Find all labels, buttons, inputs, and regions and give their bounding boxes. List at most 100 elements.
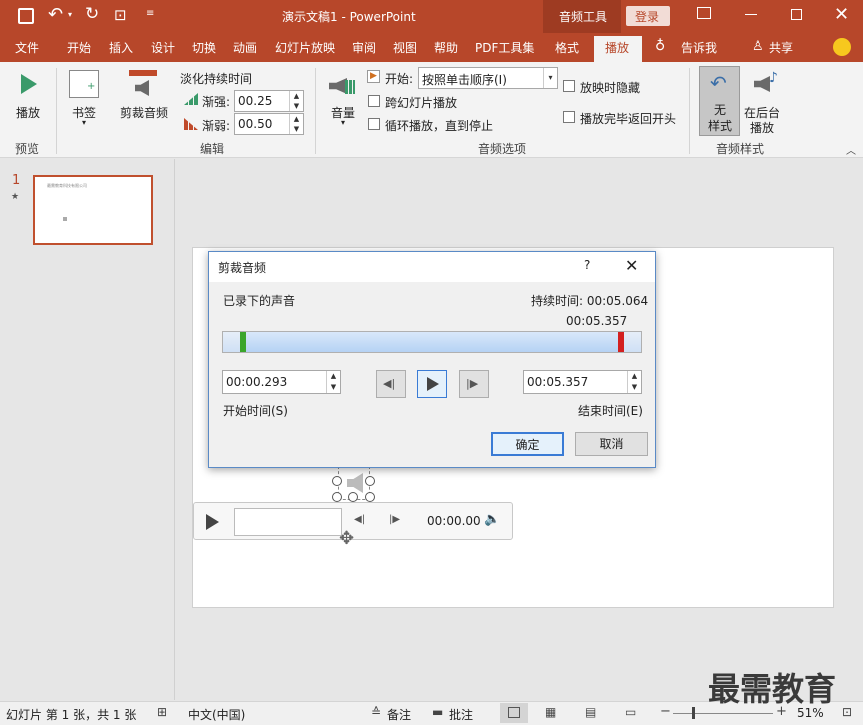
ribbon-display-icon[interactable] [697, 7, 711, 19]
next-frame-button[interactable]: |▶ [459, 370, 489, 398]
comments-icon[interactable]: ▬ [432, 705, 443, 719]
rewind-checkbox[interactable] [563, 111, 575, 123]
audio-trim-track[interactable] [222, 331, 642, 353]
zoom-slider[interactable] [673, 713, 773, 714]
maximize-icon[interactable] [791, 9, 802, 20]
fade-in-spinner-icon[interactable]: ▲ ▼ [289, 91, 303, 111]
window-title: 演示文稿1 - PowerPoint [282, 10, 416, 24]
reading-view-icon[interactable]: ▤ [585, 705, 596, 719]
background-play-label-2[interactable]: 播放 [750, 119, 774, 136]
trim-audio-button[interactable]: 剪裁音频 [120, 104, 168, 121]
play-button[interactable]: 播放 [16, 104, 40, 121]
tab-design[interactable]: 设计 [151, 39, 175, 56]
slide-thumbnail[interactable]: 最需教育科技有限公司 [33, 175, 153, 245]
notes-button[interactable]: 备注 [387, 706, 411, 723]
undo-dropdown-icon[interactable]: ▾ [68, 10, 72, 19]
resize-handle[interactable] [348, 492, 358, 502]
accessibility-icon[interactable]: ⊞ [157, 705, 167, 719]
recorded-sound-label: 已录下的声音 [223, 294, 296, 308]
notes-icon[interactable]: ≙ [371, 705, 381, 719]
dialog-play-icon [427, 377, 439, 391]
ok-button[interactable]: 确定 [491, 432, 564, 456]
tab-animations[interactable]: 动画 [233, 39, 257, 56]
start-time-spinner-icon[interactable]: ▲ ▼ [326, 371, 340, 393]
fade-in-input[interactable]: 00.25 ▲ ▼ [234, 90, 304, 112]
start-icon: ▶ [367, 70, 380, 83]
play-across-label: 跨幻灯片播放 [385, 96, 458, 110]
start-label: 开始: [385, 72, 414, 86]
no-style-button[interactable]: ↶ 无 样式 [699, 66, 740, 136]
end-marker[interactable] [618, 332, 624, 352]
player-forward-icon[interactable]: |▶ [389, 514, 400, 525]
dialog-titlebar: 剪裁音频 ? ✕ [209, 252, 655, 282]
redo-icon[interactable]: ↻ [85, 4, 99, 24]
player-play-icon[interactable] [204, 513, 220, 531]
slide-sorter-icon[interactable]: ▦ [545, 705, 556, 719]
player-time: 00:00.00 [427, 514, 481, 528]
tab-review[interactable]: 审阅 [352, 39, 376, 56]
dialog-close-icon[interactable]: ✕ [625, 256, 638, 275]
start-dropdown-icon[interactable]: ▾ [543, 68, 557, 88]
dialog-play-button[interactable] [417, 370, 447, 398]
cancel-button[interactable]: 取消 [575, 432, 648, 456]
start-time-input[interactable]: 00:00.293 ▲ ▼ [222, 370, 341, 394]
player-progress-bar[interactable] [234, 508, 342, 536]
hide-during-show-checkbox[interactable] [563, 80, 575, 92]
collapse-ribbon-icon[interactable]: ︿ [846, 142, 856, 157]
slide-number: 1 [12, 173, 21, 188]
comments-button[interactable]: 批注 [449, 706, 473, 723]
thumbnail-audio-icon [63, 217, 67, 221]
customize-toolbar-icon[interactable]: ≡ [146, 8, 154, 19]
resize-handle[interactable] [332, 476, 342, 486]
slideshow-view-icon[interactable]: ▭ [625, 705, 636, 719]
fit-slide-icon[interactable]: ⊡ [842, 705, 852, 719]
minimize-icon[interactable] [745, 14, 757, 15]
language[interactable]: 中文(中国) [188, 706, 245, 723]
volume-icon[interactable] [329, 72, 355, 98]
share-button[interactable]: 共享 [769, 39, 793, 56]
play-across-checkbox[interactable] [368, 95, 380, 107]
play-icon[interactable] [19, 72, 39, 96]
tell-me[interactable]: 告诉我 [681, 39, 717, 56]
start-select[interactable]: 按照单击顺序(I) ▾ [418, 67, 558, 89]
undo-icon[interactable]: ↶ [48, 4, 63, 25]
save-icon[interactable] [18, 8, 34, 24]
resize-handle[interactable] [365, 476, 375, 486]
presentation-icon[interactable]: ⊡ [114, 6, 127, 24]
tab-pdf[interactable]: PDF工具集 [475, 39, 534, 56]
end-time-spinner-icon[interactable]: ▲ ▼ [627, 371, 641, 393]
close-icon[interactable]: ✕ [834, 4, 849, 25]
edit-group-label: 编辑 [200, 142, 225, 156]
end-time-input[interactable]: 00:05.357 ▲ ▼ [523, 370, 642, 394]
fade-out-input[interactable]: 00.50 ▲ ▼ [234, 113, 304, 135]
help-button[interactable]: ? [584, 258, 590, 272]
tab-slideshow[interactable]: 幻灯片放映 [275, 39, 335, 56]
fade-out-spinner-icon[interactable]: ▲ ▼ [289, 114, 303, 134]
resize-handle[interactable] [332, 492, 342, 502]
dialog-title: 剪裁音频 [218, 261, 267, 275]
loop-checkbox[interactable] [368, 118, 380, 130]
tab-playback[interactable]: 播放 [594, 36, 642, 63]
player-volume-icon[interactable]: 🔈 [484, 512, 500, 527]
tab-file[interactable]: 文件 [15, 39, 39, 56]
zoom-out-icon[interactable]: − [660, 704, 671, 719]
volume-dropdown-icon[interactable]: ▾ [341, 118, 345, 127]
normal-view-button[interactable] [500, 703, 528, 723]
previous-frame-button[interactable]: ◀| [376, 370, 406, 398]
smiley-icon[interactable] [833, 38, 851, 56]
tab-format[interactable]: 格式 [555, 39, 579, 56]
tab-view[interactable]: 视图 [393, 39, 417, 56]
tab-home[interactable]: 开始 [67, 39, 91, 56]
bookmark-icon[interactable]: + [69, 70, 99, 98]
login-button[interactable]: 登录 [626, 6, 670, 26]
start-marker[interactable] [240, 332, 246, 352]
bookmark-dropdown-icon[interactable]: ▾ [82, 118, 86, 127]
zoom-slider-thumb[interactable] [692, 707, 695, 719]
player-back-icon[interactable]: ◀| [354, 514, 365, 525]
tab-help[interactable]: 帮助 [434, 39, 458, 56]
trim-audio-icon[interactable] [129, 70, 157, 100]
move-handle-icon[interactable]: ✥ [339, 528, 354, 549]
resize-handle[interactable] [365, 492, 375, 502]
tab-insert[interactable]: 插入 [109, 39, 133, 56]
tab-transitions[interactable]: 切换 [192, 39, 216, 56]
